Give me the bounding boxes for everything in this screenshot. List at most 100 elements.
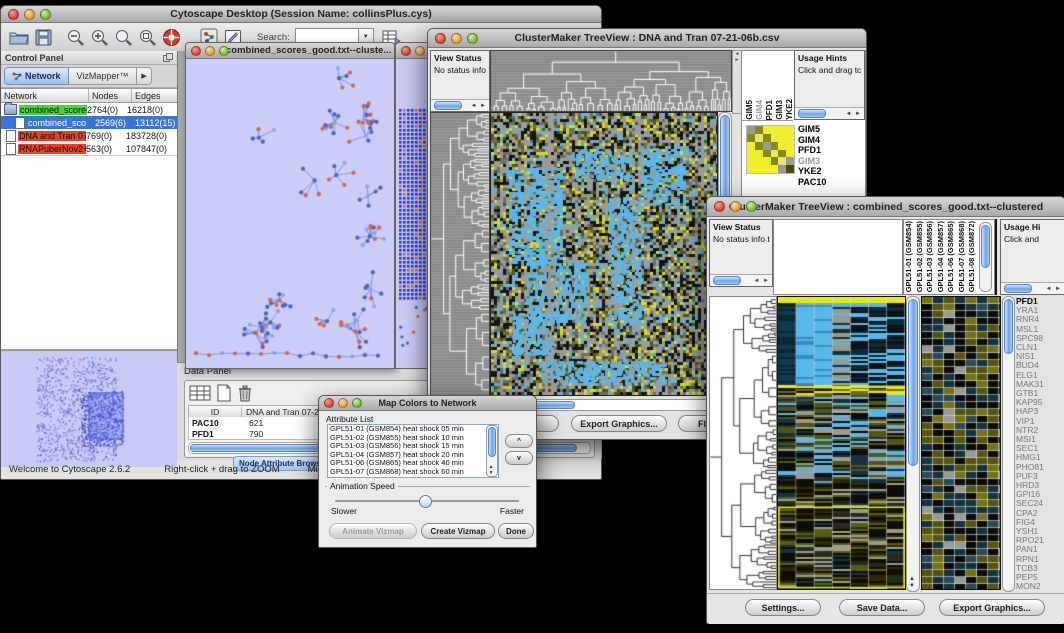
main-titlebar[interactable]: Cytoscape Desktop (Session Name: collins… bbox=[1, 6, 601, 23]
network-nodes: 563(0) bbox=[86, 144, 126, 154]
save-session-button[interactable] bbox=[31, 25, 55, 49]
attribute-list-item[interactable]: GPL51-07 (GSM868) heat shock 60 min bbox=[328, 468, 498, 477]
tv1-column-label[interactable]: PFD1 bbox=[765, 100, 775, 120]
tv2-view-status-panel: View Status No status info t ◄ ► bbox=[709, 219, 773, 287]
attribute-listbox[interactable]: GPL51-01 (GSM854) heat shock 05 minGPL51… bbox=[327, 424, 499, 478]
network-name: combined_scores bbox=[19, 105, 87, 115]
attribute-select-icon[interactable] bbox=[189, 384, 211, 407]
move-down-button[interactable]: v bbox=[505, 451, 533, 465]
tab-overflow-arrow[interactable]: ▶ bbox=[137, 67, 151, 85]
open-session-button[interactable] bbox=[7, 25, 31, 49]
tv2-column-label[interactable]: GPL51-06 (GSM865) bbox=[946, 221, 957, 292]
frame-close-button[interactable] bbox=[191, 46, 201, 56]
tab-vizmapper[interactable]: VizMapper™ bbox=[69, 67, 138, 85]
tv2-column-dendrogram-area[interactable] bbox=[773, 219, 903, 295]
tv2-export-graphics-button[interactable]: Export Graphics... bbox=[939, 599, 1045, 616]
tv2-close-button[interactable] bbox=[714, 201, 725, 212]
zoom-in-icon[interactable] bbox=[87, 25, 111, 49]
tv1-heatmap[interactable] bbox=[490, 112, 718, 396]
network-table-row[interactable]: combined_scores 2764(0) 16218(0) bbox=[1, 103, 177, 116]
tv1-view-status-title: View Status bbox=[431, 51, 489, 63]
treeview2-titlebar[interactable]: ClusterMaker TreeView : combined_scores_… bbox=[707, 197, 1064, 217]
tv2-heatmap-scrollbar[interactable]: ▲▼ bbox=[906, 296, 920, 592]
birdseye-view[interactable] bbox=[1, 349, 177, 467]
zoom-fit-icon[interactable] bbox=[135, 25, 159, 49]
tv1-row-dendrogram[interactable] bbox=[430, 112, 490, 396]
tv2-column-label[interactable]: GPL51-01 (GSM854) bbox=[904, 221, 915, 292]
tv1-status-scrollbar[interactable]: ◄ ► bbox=[431, 99, 489, 111]
tv1-close-button[interactable] bbox=[435, 33, 446, 44]
tv2-column-label[interactable]: GPL51-03 (GSM856) bbox=[925, 221, 936, 292]
minimize-button[interactable] bbox=[24, 9, 35, 20]
tv1-hints-scrollbar[interactable]: ◄ ► bbox=[795, 107, 864, 119]
animate-vizmap-button[interactable]: Animate Vizmap bbox=[329, 523, 417, 539]
zoom-button[interactable] bbox=[40, 9, 51, 20]
network-tree-empty-area bbox=[1, 155, 177, 349]
tv2-status-scrollbar[interactable]: ◄ ► bbox=[710, 274, 772, 286]
tv2-zoom-button[interactable] bbox=[746, 201, 757, 212]
treeview1-titlebar[interactable]: ClusterMaker TreeView : DNA and Tran 07-… bbox=[428, 29, 866, 48]
tv2-column-label[interactable]: GPL51-08 (GSM872) bbox=[967, 221, 978, 292]
window-controls[interactable] bbox=[8, 9, 51, 20]
gene-label[interactable]: GIM4 bbox=[798, 135, 860, 146]
move-up-button[interactable]: ^ bbox=[505, 434, 533, 448]
frame2-minimize-button[interactable] bbox=[415, 46, 425, 56]
tv1-column-dendrogram[interactable] bbox=[490, 50, 732, 112]
frame2-close-button[interactable] bbox=[401, 46, 411, 56]
gene-label[interactable]: PFD1 bbox=[798, 145, 860, 156]
gene-label[interactable]: PAC10 bbox=[798, 177, 860, 188]
frame-zoom-button[interactable] bbox=[219, 46, 229, 56]
zoom-out-icon[interactable] bbox=[63, 25, 87, 49]
tv1-mini-heatmap[interactable] bbox=[746, 125, 795, 174]
done-button[interactable]: Done bbox=[498, 523, 534, 539]
desktop: { "main_window": { "title": "Cytoscape D… bbox=[0, 0, 1064, 633]
dialog-titlebar[interactable]: Map Colors to Network bbox=[319, 396, 536, 411]
tv1-column-label[interactable]: GIM3 bbox=[775, 100, 785, 120]
tv2-column-label[interactable]: GPL51-07 (GSM868) bbox=[957, 221, 968, 292]
tv1-column-label[interactable]: YKE2 bbox=[785, 99, 793, 120]
tv2-settings-button[interactable]: Settings... bbox=[745, 599, 821, 616]
tv1-zoom-button[interactable] bbox=[467, 33, 478, 44]
delete-attribute-icon[interactable] bbox=[237, 384, 253, 407]
dialog-minimize-button[interactable] bbox=[338, 398, 348, 408]
tv2-labels-scrollbar[interactable] bbox=[979, 222, 992, 292]
tv2-column-label[interactable]: GPL51-02 (GSM855) bbox=[915, 221, 926, 292]
float-panel-icon[interactable] bbox=[163, 49, 173, 67]
tv2-minimize-button[interactable] bbox=[730, 201, 741, 212]
network-frame-titlebar[interactable]: combined_scores_good.txt--cluste... bbox=[186, 43, 394, 59]
network-table-row[interactable]: DNA and Tran 07 769(0) 183728(0) bbox=[1, 129, 177, 142]
gene-label[interactable]: GIM5 bbox=[798, 124, 860, 135]
tv2-column-label[interactable]: GPL51-04 (GSM857) bbox=[936, 221, 947, 292]
network-table-row[interactable]: RNAPuberNov2+ 563(0) 107847(0) bbox=[1, 142, 177, 155]
tv2-zoom-heatmap[interactable] bbox=[921, 296, 1001, 590]
network-canvas[interactable] bbox=[186, 59, 392, 367]
tv1-minimize-button[interactable] bbox=[451, 33, 462, 44]
dialog-zoom-button[interactable] bbox=[352, 398, 362, 408]
tv2-row-dendrogram[interactable] bbox=[709, 296, 777, 590]
gene-label[interactable]: MON2 bbox=[1016, 582, 1064, 589]
tv2-save-data-button[interactable]: Save Data... bbox=[839, 599, 925, 616]
tv2-hints-scrollbar[interactable]: ◄ ► bbox=[1001, 282, 1064, 294]
tab-network[interactable]: Network bbox=[4, 67, 69, 85]
tv1-export-graphics-button[interactable]: Export Graphics... bbox=[571, 415, 667, 432]
dialog-close-button[interactable] bbox=[324, 398, 334, 408]
zoom-selected-icon[interactable] bbox=[111, 25, 135, 49]
tv1-column-label[interactable]: GIM4 bbox=[755, 100, 765, 120]
create-vizmap-button[interactable]: Create Vizmap bbox=[421, 523, 495, 539]
tv1-column-label[interactable]: GIM5 bbox=[745, 100, 755, 120]
network-view-frame: combined_scores_good.txt--cluste... bbox=[185, 42, 395, 369]
animation-speed-label: Animation Speed bbox=[327, 481, 398, 491]
gene-label[interactable]: YKE2 bbox=[798, 166, 860, 177]
help-lifering-icon[interactable] bbox=[159, 25, 183, 49]
slider-thumb[interactable] bbox=[419, 495, 432, 508]
gene-label[interactable]: GIM3 bbox=[798, 156, 860, 167]
faster-label: Faster bbox=[500, 506, 524, 516]
tv2-heatmap[interactable] bbox=[777, 296, 906, 590]
attribute-list-scrollbar[interactable]: ▲▼ bbox=[486, 425, 498, 477]
new-attribute-icon[interactable] bbox=[216, 384, 232, 407]
tv2-genelist-scrollbar[interactable] bbox=[1002, 296, 1015, 592]
frame-minimize-button[interactable] bbox=[205, 46, 215, 56]
network-table-row[interactable]: combined_sco 2569(6) 13112(15) bbox=[1, 116, 177, 129]
attribute-list-label: Attribute List bbox=[319, 411, 536, 424]
close-button[interactable] bbox=[8, 9, 19, 20]
